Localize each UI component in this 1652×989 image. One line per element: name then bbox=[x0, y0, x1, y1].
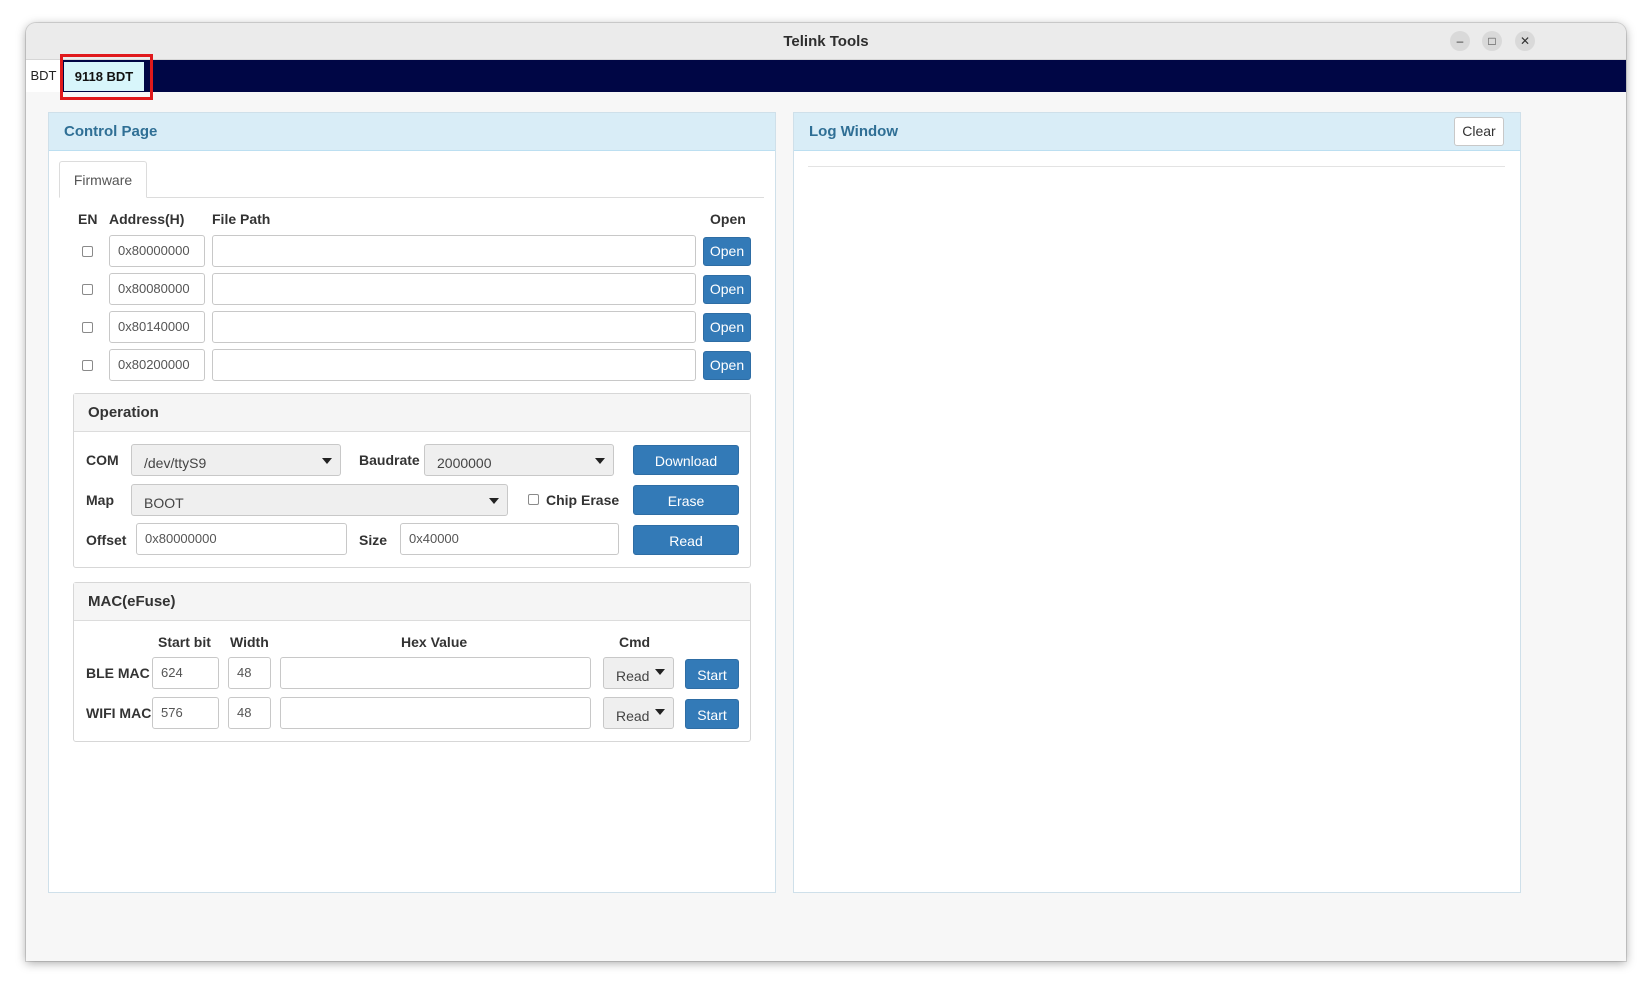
ble-start-button[interactable]: Start bbox=[685, 659, 739, 689]
map-label: Map bbox=[86, 492, 114, 508]
address-header: Address(H) bbox=[109, 211, 185, 227]
log-window-title: Log Window bbox=[794, 113, 1520, 151]
chevron-down-icon bbox=[655, 709, 665, 715]
address-field[interactable]: 0x80000000 bbox=[109, 235, 205, 267]
map-select[interactable]: BOOT bbox=[131, 484, 508, 516]
enable-checkbox[interactable] bbox=[82, 246, 93, 257]
address-field[interactable]: 0x80140000 bbox=[109, 311, 205, 343]
enable-checkbox[interactable] bbox=[82, 360, 93, 371]
size-field[interactable]: 0x40000 bbox=[400, 523, 619, 555]
inner-tab-divider bbox=[59, 197, 764, 198]
file-path-header: File Path bbox=[212, 211, 271, 227]
clear-button[interactable]: Clear bbox=[1454, 117, 1504, 146]
log-divider bbox=[808, 166, 1505, 167]
control-page-panel: Control Page Firmware EN Address(H) File… bbox=[48, 112, 776, 893]
mac-efuse-panel: MAC(eFuse) Start bit Width Hex Value Cmd… bbox=[73, 582, 751, 742]
ble-width-field[interactable]: 48 bbox=[228, 657, 271, 689]
chevron-down-icon bbox=[322, 458, 332, 464]
open-button[interactable]: Open bbox=[703, 313, 751, 342]
address-field[interactable]: 0x80080000 bbox=[109, 273, 205, 305]
wifi-start-bit-field[interactable]: 576 bbox=[152, 697, 219, 729]
open-button[interactable]: Open bbox=[703, 275, 751, 304]
chevron-down-icon bbox=[655, 669, 665, 675]
cmd-header: Cmd bbox=[619, 634, 651, 650]
baudrate-select[interactable]: 2000000 bbox=[424, 444, 614, 476]
control-page-title: Control Page bbox=[49, 113, 775, 151]
ble-start-bit-field[interactable]: 624 bbox=[152, 657, 219, 689]
operation-panel: Operation COM /dev/ttyS9 Baudrate 200000… bbox=[73, 393, 751, 568]
hex-value-header: Hex Value bbox=[401, 634, 468, 650]
open-header: Open bbox=[710, 211, 746, 227]
tab-strip bbox=[26, 60, 1626, 92]
offset-field[interactable]: 0x80000000 bbox=[136, 523, 347, 555]
read-button[interactable]: Read bbox=[633, 525, 739, 555]
com-value: /dev/ttyS9 bbox=[144, 455, 207, 471]
file-path-field[interactable] bbox=[212, 273, 696, 305]
tab-bdt[interactable]: BDT bbox=[26, 60, 62, 92]
width-header: Width bbox=[230, 634, 269, 650]
ble-mac-label: BLE MAC bbox=[86, 665, 150, 681]
en-header: EN bbox=[78, 211, 98, 227]
minimize-button[interactable]: – bbox=[1450, 31, 1470, 51]
mac-efuse-title: MAC(eFuse) bbox=[74, 583, 750, 621]
map-value: BOOT bbox=[144, 495, 184, 511]
open-button[interactable]: Open bbox=[703, 237, 751, 266]
com-label: COM bbox=[86, 452, 119, 468]
com-select[interactable]: /dev/ttyS9 bbox=[131, 444, 341, 476]
enable-checkbox[interactable] bbox=[82, 322, 93, 333]
size-label: Size bbox=[359, 532, 388, 548]
window-title: Telink Tools bbox=[783, 33, 869, 50]
operation-title: Operation bbox=[74, 394, 750, 432]
ble-hex-value-field[interactable] bbox=[280, 657, 591, 689]
wifi-mac-label: WIFI MAC bbox=[86, 705, 152, 721]
tab-highlight-box bbox=[60, 54, 153, 100]
enable-checkbox[interactable] bbox=[82, 284, 93, 295]
baudrate-value: 2000000 bbox=[437, 455, 492, 471]
open-button[interactable]: Open bbox=[703, 351, 751, 380]
download-button[interactable]: Download bbox=[633, 445, 739, 475]
close-button[interactable]: ✕ bbox=[1515, 31, 1535, 51]
file-path-field[interactable] bbox=[212, 349, 696, 381]
wifi-hex-value-field[interactable] bbox=[280, 697, 591, 729]
maximize-button[interactable]: □ bbox=[1482, 31, 1502, 51]
address-field[interactable]: 0x80200000 bbox=[109, 349, 205, 381]
ble-cmd-select[interactable]: Read bbox=[603, 657, 674, 689]
tab-firmware[interactable]: Firmware bbox=[59, 161, 147, 198]
chip-erase-checkbox[interactable] bbox=[528, 494, 539, 505]
wifi-cmd-select[interactable]: Read bbox=[603, 697, 674, 729]
chevron-down-icon bbox=[489, 498, 499, 504]
file-path-field[interactable] bbox=[212, 311, 696, 343]
log-window-panel: Log Window Clear bbox=[793, 112, 1521, 893]
chip-erase-label: Chip Erase bbox=[546, 492, 620, 508]
file-path-field[interactable] bbox=[212, 235, 696, 267]
offset-label: Offset bbox=[86, 532, 127, 548]
chevron-down-icon bbox=[595, 458, 605, 464]
start-bit-header: Start bit bbox=[158, 634, 211, 650]
erase-button[interactable]: Erase bbox=[633, 485, 739, 515]
baudrate-label: Baudrate bbox=[359, 452, 420, 468]
wifi-width-field[interactable]: 48 bbox=[228, 697, 271, 729]
ble-cmd-value: Read bbox=[616, 668, 650, 684]
log-output-area[interactable] bbox=[808, 169, 1505, 881]
app-window: Telink Tools – □ ✕ BDT 9118 BDT Control … bbox=[26, 23, 1626, 961]
wifi-start-button[interactable]: Start bbox=[685, 699, 739, 729]
wifi-cmd-value: Read bbox=[616, 708, 650, 724]
